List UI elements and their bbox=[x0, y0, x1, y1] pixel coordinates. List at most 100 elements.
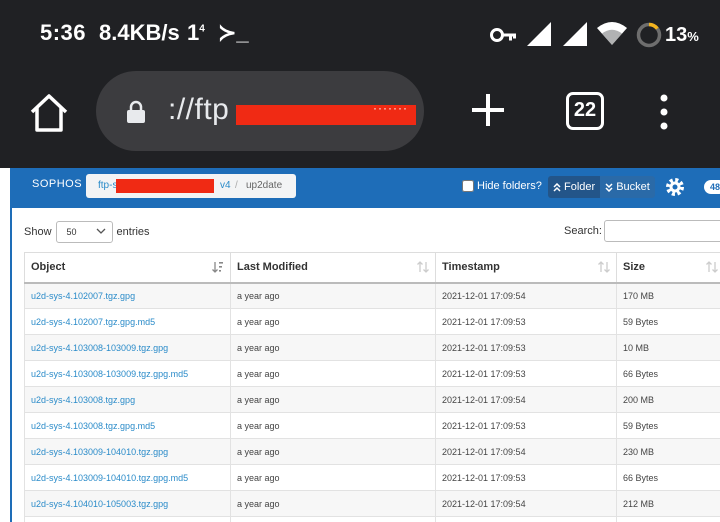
column-header-object[interactable]: Object bbox=[24, 252, 231, 284]
last-modified-cell: a year ago bbox=[230, 386, 436, 413]
table-row: u2d-sys-4.103008-103009.tgz.gpg a year ag… bbox=[24, 334, 720, 361]
size-cell: 212 MB bbox=[616, 490, 720, 517]
size-cell: 59 Bytes bbox=[616, 308, 720, 335]
table-row: u2d-sys-4.103009-104010.tgz.gpg a year ag… bbox=[24, 438, 720, 465]
web-page: SOPHOS ftp-s v4 / up2date Hide folders? … bbox=[0, 168, 720, 522]
entries-select[interactable]: 50 bbox=[55, 221, 113, 243]
size-cell: 66 Bytes bbox=[616, 360, 720, 387]
sort-button-group: Folder Bucket bbox=[548, 176, 655, 198]
sort-both-icon bbox=[598, 261, 610, 273]
timestamp-cell: 2021-12-01 17:09:53 bbox=[435, 308, 617, 335]
table-row: u2d-sys-4.104010-105003.tgz.gpg a year ag… bbox=[24, 490, 720, 517]
url-tail: ······· bbox=[373, 101, 408, 115]
timestamp-cell: 2021-12-01 17:09:54 bbox=[435, 438, 617, 465]
object-link[interactable]: u2d-sys-4.102007.tgz.gpg bbox=[24, 282, 231, 309]
sort-both-icon bbox=[706, 261, 718, 273]
size-cell: 200 MB bbox=[616, 386, 720, 413]
folder-button-label: Folder bbox=[564, 181, 596, 193]
status-notification-count: 1 bbox=[187, 20, 200, 45]
double-chevron-down-icon bbox=[605, 182, 613, 192]
hide-folders-checkbox[interactable] bbox=[462, 180, 474, 192]
column-header-size[interactable]: Size bbox=[616, 252, 720, 284]
plus-icon[interactable] bbox=[468, 90, 508, 130]
table-header-row: Object Last Modified Timestamp Size bbox=[24, 252, 720, 284]
cell-signal-icon bbox=[527, 22, 551, 46]
column-modified-label: Last Modified bbox=[237, 261, 308, 274]
lock-icon bbox=[127, 100, 145, 123]
size-cell: 230 MB bbox=[616, 438, 720, 465]
battery-ring-icon bbox=[636, 22, 662, 48]
last-modified-cell: a year ago bbox=[230, 412, 436, 439]
battery-percent-unit: % bbox=[687, 29, 699, 44]
last-modified-cell: a year ago bbox=[230, 282, 436, 309]
object-link[interactable]: u2d-sys-4.103008.tgz.gpg bbox=[24, 386, 231, 413]
object-link[interactable]: u2d-sys-4.104010-105003.tgz.gpg bbox=[24, 490, 231, 517]
bucket-sort-button[interactable]: Bucket bbox=[600, 176, 655, 198]
last-modified-cell: a year ago bbox=[230, 334, 436, 361]
status-net-speed: 8.4KB/s bbox=[99, 20, 180, 45]
chevron-down-icon bbox=[96, 228, 105, 234]
timestamp-cell: 2021-12-01 17:09:54 bbox=[435, 386, 617, 413]
column-size-label: Size bbox=[623, 261, 646, 274]
timestamp-cell: 2021-12-01 17:09:54 bbox=[435, 282, 617, 309]
timestamp-cell: 2021-12-01 17:09:53 bbox=[435, 464, 617, 491]
wifi-icon bbox=[597, 22, 627, 45]
table-row: u2d-sys-4.103008.tgz.gpg.md5 a year ago 20… bbox=[24, 412, 720, 439]
last-modified-cell: a year ago bbox=[230, 360, 436, 387]
sort-desc-icon bbox=[212, 262, 223, 273]
search-label: Search: bbox=[564, 225, 602, 237]
url-bar[interactable]: ://ftp ······· bbox=[96, 71, 424, 151]
object-link[interactable]: u2d-sys-4.103009-104010.tgz.gpg bbox=[24, 438, 231, 465]
timestamp-cell: 2021-12-01 17:09:53 bbox=[435, 334, 617, 361]
last-modified-cell: a year ago bbox=[230, 308, 436, 335]
gear-icon[interactable] bbox=[664, 176, 686, 198]
tab-switcher-button[interactable]: 22 bbox=[566, 92, 604, 130]
show-label: Show bbox=[24, 226, 52, 238]
hide-folders-label: Hide folders? bbox=[477, 180, 542, 192]
status-notification: 14 bbox=[187, 20, 205, 46]
timestamp-cell: 2021-12-01 17:09:53 bbox=[435, 360, 617, 387]
last-modified-cell: a year ago bbox=[230, 490, 436, 517]
status-time: 5:36 bbox=[40, 20, 87, 45]
size-cell: 66 Bytes bbox=[616, 464, 720, 491]
timestamp-cell: 2021-12-01 17:09:54 bbox=[435, 490, 617, 517]
breadcrumb: ftp-s v4 / up2date bbox=[86, 174, 296, 198]
column-header-last-modified[interactable]: Last Modified bbox=[230, 252, 436, 284]
count-badge: 48 bbox=[704, 180, 720, 194]
timestamp-cell bbox=[435, 516, 617, 522]
folder-sort-button[interactable]: Folder bbox=[548, 176, 601, 198]
table-row: u2d-sys-4.102007.tgz.gpg a year ago 2021-1… bbox=[24, 282, 720, 309]
key-icon bbox=[490, 28, 516, 42]
home-icon[interactable] bbox=[28, 92, 70, 134]
object-link[interactable]: u2d-sys-4.103008.tgz.gpg.md5 bbox=[24, 412, 231, 439]
breadcrumb-separator: / bbox=[235, 180, 238, 191]
object-link[interactable]: u2d-sys-4.103008-103009.tgz.gpg bbox=[24, 334, 231, 361]
brand-logo[interactable]: SOPHOS bbox=[32, 178, 82, 190]
breadcrumb-bucket[interactable]: ftp-s bbox=[98, 180, 117, 191]
cell-signal-icon bbox=[563, 22, 587, 46]
more-vert-icon[interactable] bbox=[654, 92, 674, 132]
last-modified-cell bbox=[230, 516, 436, 522]
battery-percent: 13% bbox=[665, 24, 699, 47]
top-navbar: SOPHOS ftp-s v4 / up2date Hide folders? … bbox=[12, 168, 720, 208]
size-cell: 59 Bytes bbox=[616, 412, 720, 439]
object-link[interactable]: u2d-sys-4.102007.tgz.gpg.md5 bbox=[24, 308, 231, 335]
entries-control: Show 50 entries bbox=[24, 221, 150, 243]
hide-folders-toggle[interactable]: Hide folders? bbox=[462, 180, 542, 192]
breadcrumb-redaction bbox=[116, 179, 214, 193]
bucket-button-label: Bucket bbox=[616, 181, 650, 193]
size-cell: 10 MB bbox=[616, 334, 720, 361]
object-link[interactable] bbox=[24, 516, 231, 522]
breadcrumb-folder-v4[interactable]: v4 bbox=[220, 180, 231, 191]
search-input[interactable] bbox=[604, 220, 720, 242]
column-header-timestamp[interactable]: Timestamp bbox=[435, 252, 617, 284]
status-bar: 5:36 8.4KB/s 14 ≻_ 13% bbox=[0, 0, 720, 68]
url-text: ://ftp bbox=[168, 93, 230, 126]
entries-select-value: 50 bbox=[66, 227, 77, 237]
sort-both-icon bbox=[417, 261, 429, 273]
browser-toolbar: ://ftp ······· 22 bbox=[0, 68, 720, 168]
table-row: u2d-sys-4.103008-103009.tgz.gpg.md5 a yea… bbox=[24, 360, 720, 387]
page-left-border bbox=[10, 168, 12, 522]
object-link[interactable]: u2d-sys-4.103009-104010.tgz.gpg.md5 bbox=[24, 464, 231, 491]
object-link[interactable]: u2d-sys-4.103008-103009.tgz.gpg.md5 bbox=[24, 360, 231, 387]
